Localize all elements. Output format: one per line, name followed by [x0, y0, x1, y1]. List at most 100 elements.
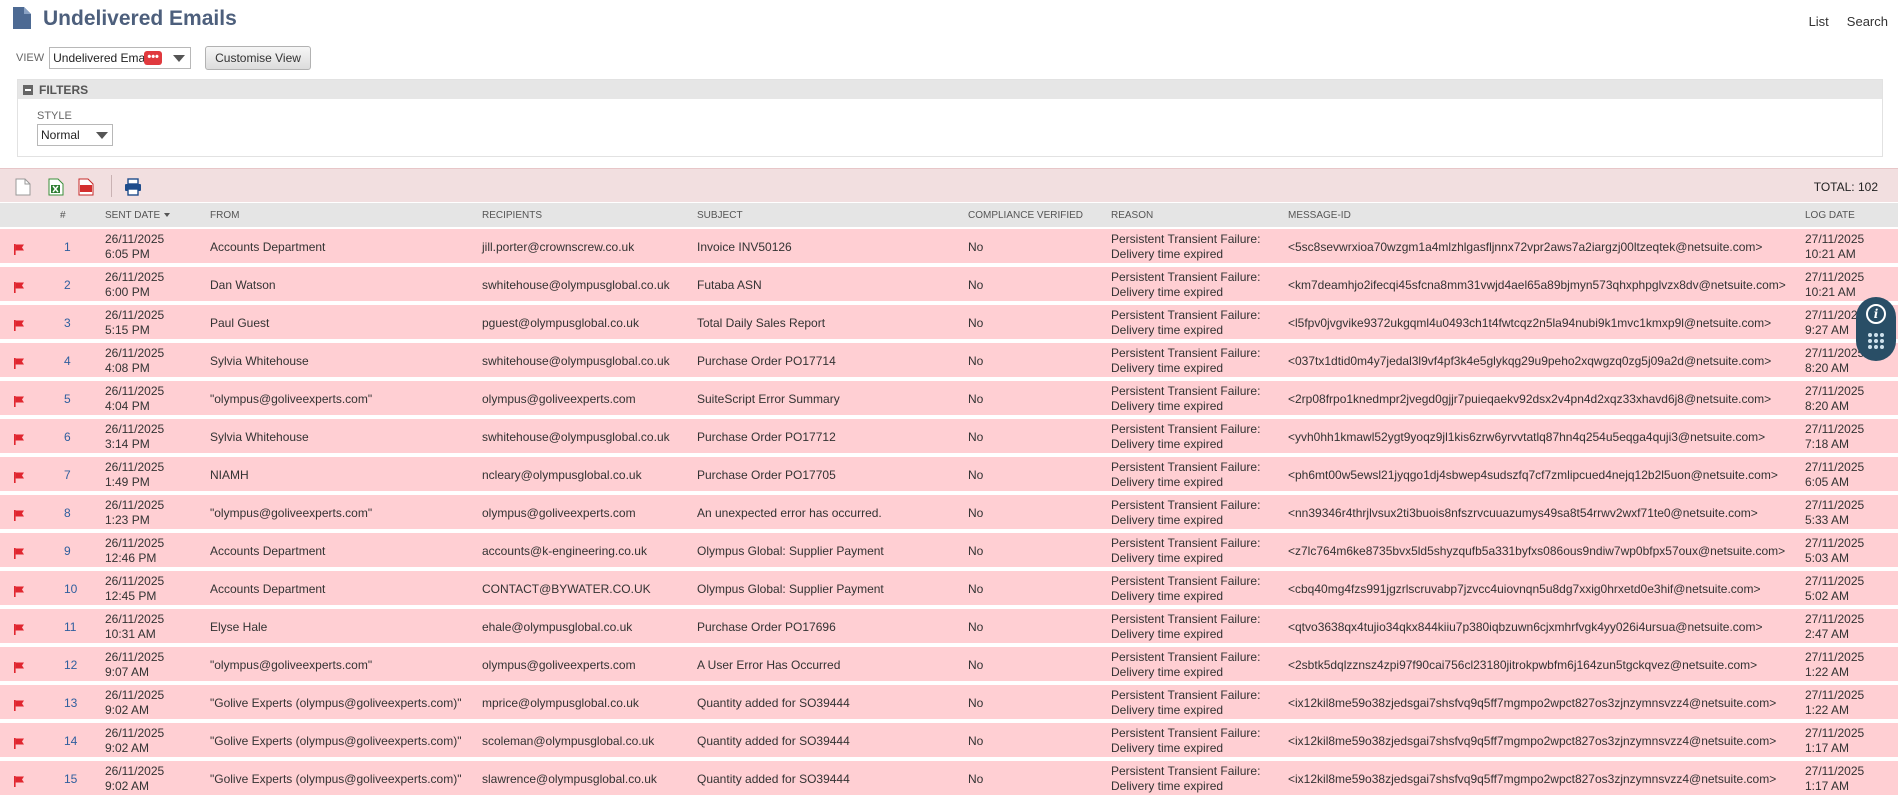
chevron-down-icon[interactable] — [96, 132, 108, 139]
compliance-cell: No — [968, 696, 984, 710]
reason-line-1: Persistent Transient Failure: — [1111, 232, 1261, 246]
col-from[interactable]: FROM — [210, 210, 239, 221]
apps-grid-icon[interactable] — [1867, 332, 1885, 350]
table-row[interactable]: 14 26/11/2025 9:02 AM "Golive Experts (olym… — [0, 723, 1898, 759]
flag-icon[interactable] — [13, 775, 25, 787]
search-link[interactable]: Search — [1847, 14, 1888, 29]
row-number[interactable]: 1 — [64, 240, 71, 254]
message-id-cell: <z7lc764m6ke8735bvx5ld5shyzqufb5a331byfx… — [1288, 544, 1786, 558]
table-row[interactable]: 12 26/11/2025 9:07 AM "olympus@goliveexpert… — [0, 647, 1898, 683]
filters-header[interactable]: FILTERS — [18, 80, 1882, 99]
row-number[interactable]: 2 — [64, 278, 71, 292]
sent-date: 26/11/2025 — [105, 270, 165, 284]
table-row[interactable]: 8 26/11/2025 1:23 PM "olympus@goliveexperts… — [0, 495, 1898, 531]
row-number[interactable]: 13 — [64, 696, 77, 710]
message-id-cell: <2rp08frpo1knedmpr2jvegd0gjjr7puieqaekv9… — [1288, 392, 1772, 406]
flag-icon[interactable] — [13, 243, 25, 255]
flag-icon[interactable] — [13, 433, 25, 445]
collapse-icon[interactable] — [23, 84, 33, 95]
row-number[interactable]: 7 — [64, 468, 71, 482]
col-message-id[interactable]: MESSAGE-ID — [1288, 210, 1351, 221]
reason-line-2: Delivery time expired — [1111, 627, 1224, 641]
row-number[interactable]: 9 — [64, 544, 71, 558]
flag-icon[interactable] — [13, 547, 25, 559]
reason-line-2: Delivery time expired — [1111, 323, 1224, 337]
flag-icon[interactable] — [13, 281, 25, 293]
reason-line-2: Delivery time expired — [1111, 399, 1224, 413]
flag-icon[interactable] — [13, 661, 25, 673]
row-number[interactable]: 10 — [64, 582, 77, 596]
row-number[interactable]: 14 — [64, 734, 77, 748]
message-id-cell: <yvh0hh1kmawl52ygt9yoqz9jl1kis6zrw6yrvvt… — [1288, 430, 1766, 444]
row-number[interactable]: 6 — [64, 430, 71, 444]
row-number[interactable]: 8 — [64, 506, 71, 520]
flag-icon[interactable] — [13, 471, 25, 483]
info-icon[interactable]: i — [1866, 304, 1886, 324]
help-widget[interactable]: i — [1856, 297, 1896, 361]
row-number[interactable]: 5 — [64, 392, 71, 406]
sent-time: 1:49 PM — [105, 475, 150, 489]
table-row[interactable]: 6 26/11/2025 3:14 PM Sylvia Whitehouse swhit… — [0, 419, 1898, 455]
log-time: 6:05 AM — [1805, 475, 1850, 489]
reason-line-2: Delivery time expired — [1111, 285, 1224, 299]
col-sent-date[interactable]: SENT DATE — [105, 210, 171, 221]
flag-icon[interactable] — [13, 319, 25, 331]
print-icon[interactable] — [124, 178, 142, 196]
table-row[interactable]: 7 26/11/2025 1:49 PM NIAMH ncleary@olympusgl… — [0, 457, 1898, 493]
reason-line-2: Delivery time expired — [1111, 703, 1224, 717]
flag-icon[interactable] — [13, 699, 25, 711]
chevron-down-icon[interactable] — [173, 55, 186, 62]
table-row[interactable]: 11 26/11/2025 10:31 AM Elyse Hale ehale@olym… — [0, 609, 1898, 645]
sent-time: 4:08 PM — [105, 361, 150, 375]
col-reason[interactable]: REASON — [1111, 210, 1153, 221]
table-row[interactable]: 1 26/11/2025 6:05 PM Accounts Department jil… — [0, 229, 1898, 265]
message-id-cell: <ix12kil8me59o38zjedsgai7shsfvq9q5ff7mgm… — [1288, 696, 1777, 710]
more-options-icon[interactable]: ••• — [144, 51, 163, 65]
table-row[interactable]: 3 26/11/2025 5:15 PM Paul Guest pguest@olymp… — [0, 305, 1898, 341]
table-row[interactable]: 10 26/11/2025 12:45 PM Accounts Department C… — [0, 571, 1898, 607]
export-pdf-icon[interactable] — [78, 178, 94, 196]
col-subject[interactable]: SUBJECT — [697, 210, 743, 221]
flag-icon[interactable] — [13, 737, 25, 749]
flag-icon[interactable] — [13, 357, 25, 369]
export-excel-icon[interactable] — [48, 178, 64, 196]
reason-line-2: Delivery time expired — [1111, 779, 1224, 793]
table-row[interactable]: 2 26/11/2025 6:00 PM Dan Watson swhitehouse@… — [0, 267, 1898, 303]
style-selected-value: Normal — [41, 128, 80, 142]
row-number[interactable]: 4 — [64, 354, 71, 368]
table-row[interactable]: 15 26/11/2025 9:02 AM "Golive Experts (olym… — [0, 761, 1898, 797]
col-recipients[interactable]: RECIPIENTS — [482, 210, 542, 221]
row-number[interactable]: 15 — [64, 772, 77, 786]
table-row[interactable]: 4 26/11/2025 4:08 PM Sylvia Whitehouse swhit… — [0, 343, 1898, 379]
subject-cell: Quantity added for SO39444 — [697, 696, 850, 710]
flag-icon[interactable] — [13, 585, 25, 597]
row-number[interactable]: 11 — [64, 620, 76, 634]
flag-icon[interactable] — [13, 509, 25, 521]
log-time: 1:22 AM — [1805, 665, 1850, 679]
table-row[interactable]: 9 26/11/2025 12:46 PM Accounts Department ac… — [0, 533, 1898, 569]
col-compliance[interactable]: COMPLIANCE VERIFIED — [968, 210, 1083, 221]
row-number[interactable]: 3 — [64, 316, 71, 330]
flag-icon[interactable] — [13, 623, 25, 635]
message-id-cell: <l5fpv0jvgvike9372ukgqml4u0493ch1t4fwtcq… — [1288, 316, 1772, 330]
customise-view-button[interactable]: Customise View — [205, 46, 311, 70]
log-date: 27/11/2025 — [1805, 232, 1865, 246]
log-date: 27/11/2025 — [1805, 688, 1865, 702]
flag-icon[interactable] — [13, 395, 25, 407]
from-cell: Accounts Department — [210, 582, 326, 596]
col-log-date[interactable]: LOG DATE — [1805, 210, 1855, 221]
compliance-cell: No — [968, 392, 984, 406]
recipients-cell: olympus@goliveexperts.com — [482, 506, 636, 520]
table-row[interactable]: 13 26/11/2025 9:02 AM "Golive Experts (olym… — [0, 685, 1898, 721]
log-time: 10:21 AM — [1805, 285, 1856, 299]
export-csv-icon[interactable] — [15, 178, 31, 196]
sent-time: 12:46 PM — [105, 551, 157, 565]
list-link[interactable]: List — [1809, 14, 1829, 29]
reason-line-2: Delivery time expired — [1111, 247, 1224, 261]
col-num[interactable]: # — [60, 210, 66, 221]
table-row[interactable]: 5 26/11/2025 4:04 PM "olympus@goliveexperts… — [0, 381, 1898, 417]
style-select[interactable]: Normal — [37, 124, 113, 146]
compliance-cell: No — [968, 278, 984, 292]
row-number[interactable]: 12 — [64, 658, 77, 672]
view-select[interactable]: Undelivered Ema ••• — [49, 47, 192, 69]
